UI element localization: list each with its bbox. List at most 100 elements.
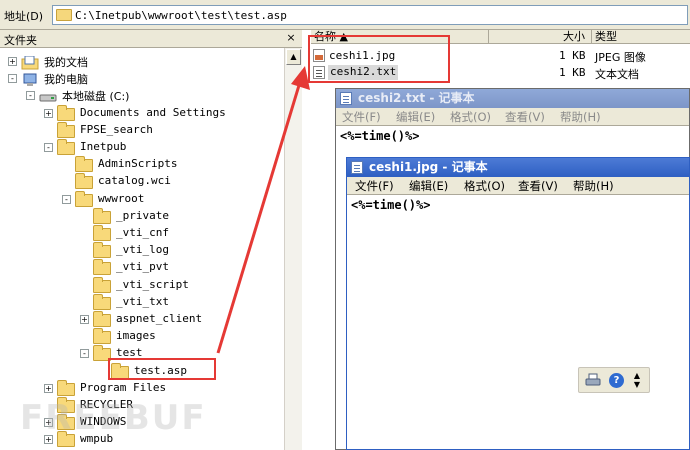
collapse-icon[interactable]: - [80, 349, 89, 359]
printer-icon[interactable] [585, 373, 601, 387]
tree-item-label: wwwroot [98, 191, 145, 205]
folder-icon [93, 207, 111, 224]
tree-item-label: _private [116, 208, 169, 222]
folder-icon [75, 156, 93, 173]
expand-icon[interactable]: + [80, 315, 89, 324]
notepad-menubar: 文件(F) 编辑(E) 格式(O) 查看(V) 帮助(H) [347, 177, 689, 195]
menu-format[interactable]: 格式(O) [450, 108, 491, 126]
tree-item-label: FPSE_search [80, 122, 153, 136]
tree-item[interactable]: _vti_log [0, 242, 284, 259]
folder-icon [57, 121, 75, 138]
collapse-icon[interactable]: - [26, 91, 35, 101]
folder-icon [93, 225, 111, 241]
tree-item-label: 我的文档 [44, 56, 88, 69]
folder-icon [93, 276, 111, 293]
menu-help[interactable]: 帮助(H) [560, 108, 601, 126]
tree-item[interactable]: - 我的电脑 [0, 70, 284, 87]
expand-icon[interactable]: + [8, 57, 17, 66]
tree-item-label: catalog.wci [98, 174, 171, 188]
close-icon[interactable]: × [284, 31, 298, 45]
folders-pane: 文件夹 × + 我的文档 - 我的电脑 - 本地磁盘 (C:) + Documents and… [0, 30, 302, 450]
tree-item[interactable]: images [0, 328, 284, 345]
folder-icon [57, 379, 75, 396]
expand-icon[interactable]: + [44, 108, 53, 118]
file-type: 文本文档 [595, 68, 639, 81]
folder-icon [93, 242, 111, 259]
tree-item[interactable]: + Documents and Settings [0, 104, 284, 122]
tree-item-label: _vti_script [116, 277, 189, 291]
tree-item[interactable]: _vti_txt [0, 293, 284, 311]
folder-icon [57, 104, 75, 121]
collapse-icon[interactable]: - [8, 74, 17, 84]
menu-view[interactable]: 查看(V) [505, 108, 545, 126]
notepad-icon [340, 92, 352, 105]
tree-item[interactable]: catalog.wci [0, 173, 284, 190]
address-input[interactable]: C:\Inetpub\wwwroot\test\test.asp [52, 5, 688, 25]
notepad-content: <%=time()%> [351, 198, 431, 212]
tree-item-label: images [116, 329, 156, 343]
tree-item-label: aspnet_client [116, 312, 203, 325]
tree-item[interactable]: _private [0, 207, 284, 225]
my-documents-icon [21, 55, 39, 70]
folder-tree: + 我的文档 - 我的电脑 - 本地磁盘 (C:) + Documents and Setti… [0, 48, 284, 450]
collapse-icon[interactable]: - [44, 143, 53, 152]
menu-file[interactable]: 文件(F) [355, 177, 394, 195]
column-type[interactable]: 类型 [592, 30, 690, 44]
tree-item[interactable]: _vti_cnf [0, 225, 284, 242]
tree-item[interactable]: AdminScripts [0, 156, 284, 173]
tree-item[interactable]: FPSE_search [0, 121, 284, 139]
folders-pane-header: 文件夹 × [0, 30, 302, 48]
tree-item[interactable]: _vti_script [0, 276, 284, 294]
expand-icon[interactable]: + [44, 383, 53, 393]
tree-item[interactable]: _vti_pvt [0, 259, 284, 276]
tree-item-label: 本地磁盘 (C:) [62, 90, 130, 104]
notepad-content: <%=time()%> [340, 129, 420, 143]
local-disk-icon [39, 90, 57, 103]
my-computer-icon [21, 73, 39, 87]
collapse-icon[interactable]: - [62, 194, 71, 204]
folder-icon [56, 9, 72, 21]
file-size: 1 KB [559, 66, 586, 79]
folder-icon [75, 173, 93, 190]
notepad-title: ceshi2.txt - 记事本 [358, 91, 475, 105]
notepad-text-area[interactable]: <%=time()%> [347, 195, 689, 449]
scroll-up-icon[interactable]: ▲ [286, 49, 301, 65]
tray-toolbar: ? ▲ ▼ [578, 367, 650, 393]
address-bar: 地址(D) C:\Inetpub\wwwroot\test\test.asp [0, 0, 690, 30]
tree-item-label: _vti_cnf [116, 226, 169, 239]
menu-edit[interactable]: 编辑(E) [409, 177, 448, 195]
notepad-window-ceshi1[interactable]: ceshi1.jpg - 记事本 文件(F) 编辑(E) 格式(O) 查看(V)… [346, 157, 690, 450]
highlight-box-test-asp [108, 358, 216, 380]
address-path: C:\Inetpub\wwwroot\test\test.asp [75, 9, 287, 22]
notepad-titlebar[interactable]: ceshi2.txt - 记事本 [336, 89, 689, 108]
menu-edit[interactable]: 编辑(E) [396, 108, 435, 126]
address-label: 地址(D) [4, 10, 44, 23]
menu-help[interactable]: 帮助(H) [573, 177, 614, 195]
notepad-title: ceshi1.jpg - 记事本 [369, 160, 488, 174]
tree-item[interactable]: - 本地磁盘 (C:) [0, 87, 284, 104]
tree-item[interactable]: + aspnet_client [0, 311, 284, 328]
help-icon[interactable]: ? [609, 373, 624, 388]
folder-open-icon [75, 190, 93, 207]
file-size: 1 KB [559, 49, 586, 62]
menu-file[interactable]: 文件(F) [342, 108, 381, 126]
tree-item[interactable]: - wwwroot [0, 190, 284, 208]
menu-view[interactable]: 查看(V) [518, 177, 558, 195]
highlight-box-files [308, 35, 450, 83]
tree-scrollbar[interactable]: ▲ [284, 48, 302, 450]
tree-item-label: _vti_log [116, 243, 169, 257]
menu-format[interactable]: 格式(O) [464, 177, 505, 195]
tree-item-label: Inetpub [80, 140, 127, 153]
tree-item-label: Program Files [80, 380, 167, 394]
tree-item[interactable]: + Program Files [0, 379, 284, 397]
tree-item[interactable]: - Inetpub [0, 139, 284, 156]
tree-item-label: _vti_pvt [116, 260, 169, 274]
tree-item-label: _vti_txt [116, 294, 169, 308]
notepad-titlebar[interactable]: ceshi1.jpg - 记事本 [347, 158, 689, 177]
tree-item-label: AdminScripts [98, 157, 178, 171]
spin-arrows-icon[interactable]: ▲ ▼ [633, 371, 641, 391]
watermark: FREEBUF [20, 398, 207, 438]
column-size[interactable]: 大小 [489, 30, 592, 44]
folders-pane-title: 文件夹 [4, 34, 37, 47]
tree-item[interactable]: + 我的文档 [0, 53, 284, 70]
